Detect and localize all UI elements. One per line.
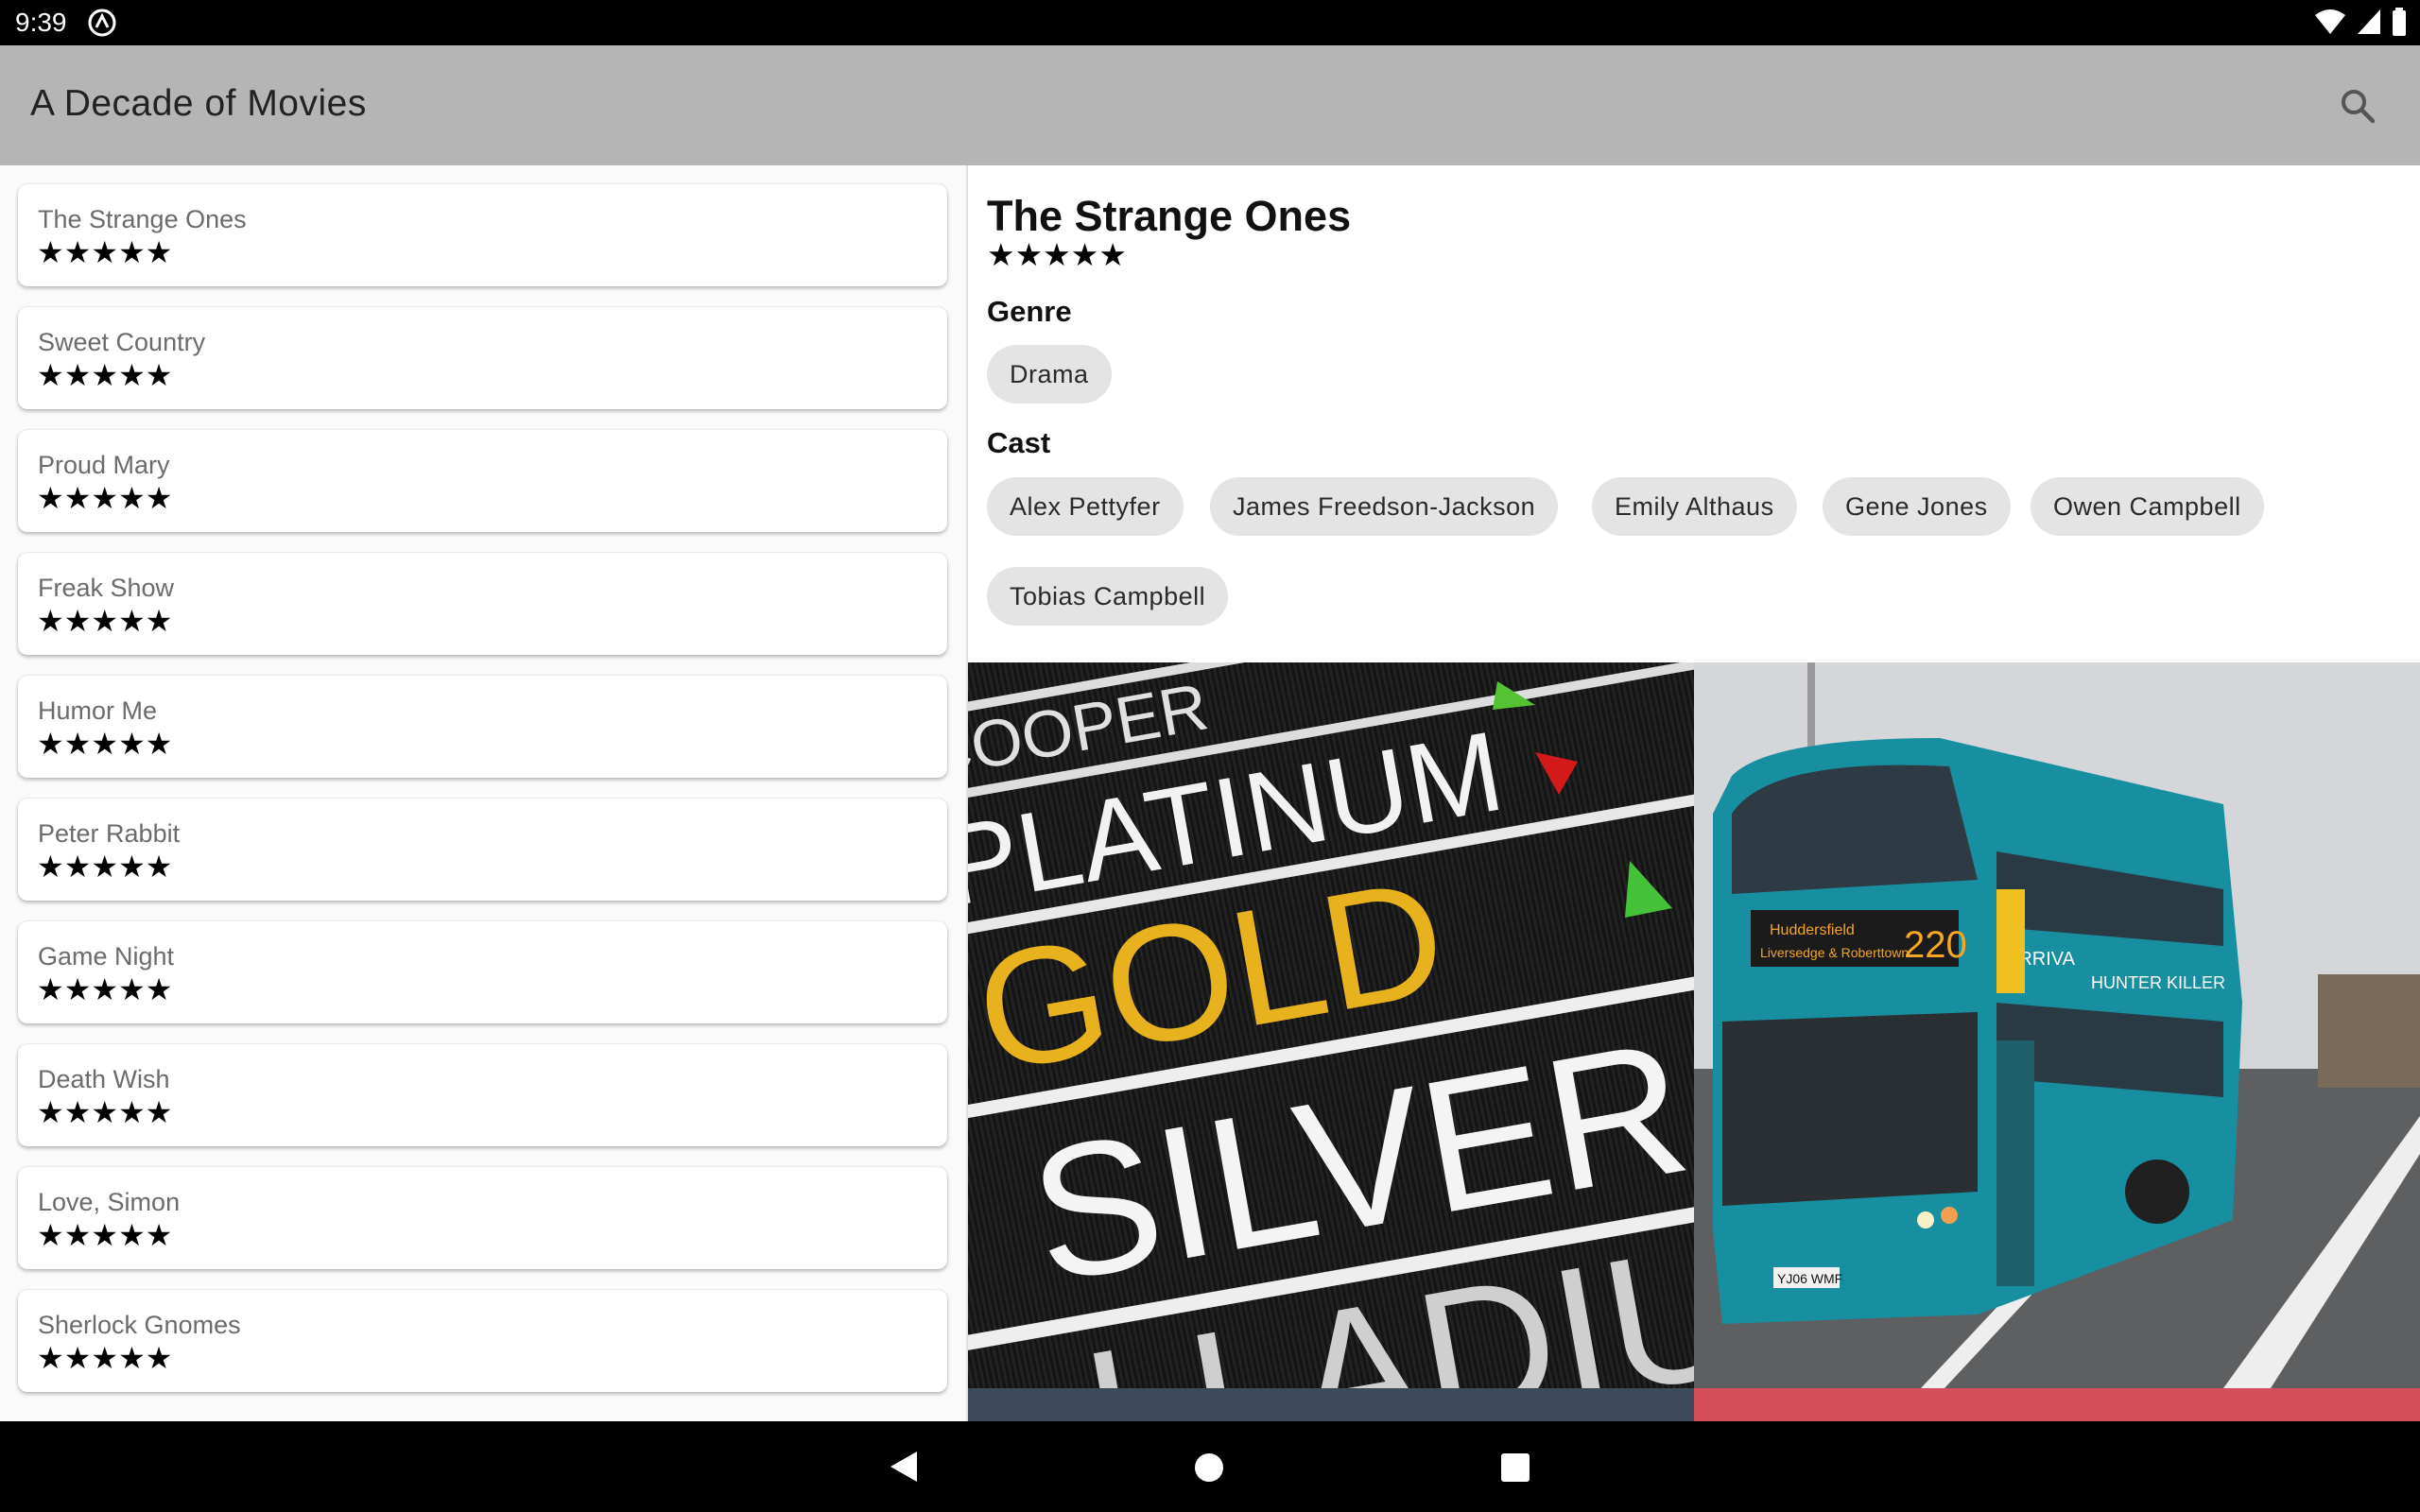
list-item[interactable]: Freak Show ★★★★★ <box>18 553 947 655</box>
movie-title: Death Wish <box>38 1065 170 1093</box>
genre-label: Genre <box>987 295 1072 328</box>
poster-image-metals[interactable]: COOPER PLATINUM GOLD SILVER LLADIU <box>968 662 1694 1388</box>
movie-title: Humor Me <box>38 696 158 725</box>
movie-title: Sweet Country <box>38 328 206 356</box>
recents-square-icon[interactable] <box>1501 1453 1530 1482</box>
movie-title: Love, Simon <box>38 1188 181 1216</box>
search-icon[interactable] <box>2337 85 2378 127</box>
bus-destination: Huddersfield <box>1770 922 1855 938</box>
genre-chip[interactable]: Drama <box>987 345 1112 404</box>
detail-title: The Strange Ones <box>987 192 1352 240</box>
list-item[interactable]: Game Night ★★★★★ <box>18 921 947 1023</box>
poster-image-partial[interactable] <box>1694 1388 2420 1421</box>
status-bar: 9:39 <box>0 0 2420 45</box>
cast-chip[interactable]: James Freedson-Jackson <box>1210 477 1559 536</box>
detail-star-rating: ★★★★★ <box>987 237 1127 272</box>
star-rating: ★★★★★ <box>37 604 173 638</box>
list-item[interactable]: Love, Simon ★★★★★ <box>18 1167 947 1269</box>
movie-title: Proud Mary <box>38 451 170 479</box>
poster-metals-graphic: COOPER PLATINUM GOLD SILVER LLADIU <box>968 662 1694 1388</box>
star-rating: ★★★★★ <box>37 972 173 1006</box>
list-item[interactable]: Proud Mary ★★★★★ <box>18 430 947 532</box>
star-rating: ★★★★★ <box>37 727 173 761</box>
list-item[interactable]: Humor Me ★★★★★ <box>18 676 947 778</box>
movie-title: Game Night <box>38 942 175 971</box>
list-item[interactable]: Sherlock Gnomes ★★★★★ <box>18 1290 947 1392</box>
movie-detail: The Strange Ones ★★★★★ Genre Drama Cast … <box>968 165 2420 1421</box>
back-triangle-icon[interactable] <box>889 1450 919 1484</box>
movie-title: The Strange Ones <box>38 205 247 233</box>
cast-chip[interactable]: Alex Pettyfer <box>987 477 1184 536</box>
list-item[interactable]: Sweet Country ★★★★★ <box>18 307 947 409</box>
list-item[interactable]: Death Wish ★★★★★ <box>18 1044 947 1146</box>
status-icons <box>2314 8 2407 36</box>
battery-icon <box>2393 8 2406 36</box>
star-rating: ★★★★★ <box>37 1095 173 1129</box>
cast-chip[interactable]: Gene Jones <box>1823 477 2011 536</box>
poster-image-bus[interactable]: Huddersfield Liversedge & Roberttown 220… <box>1694 662 2420 1388</box>
list-item[interactable]: The Strange Ones ★★★★★ <box>18 184 947 286</box>
app-title: A Decade of Movies <box>30 83 367 124</box>
star-rating: ★★★★★ <box>37 850 173 884</box>
bus-banner: HUNTER KILLER <box>2091 973 2225 992</box>
app-bar: A Decade of Movies <box>0 45 2420 165</box>
status-time: 9:39 <box>15 8 67 37</box>
cast-chip[interactable]: Emily Althaus <box>1592 477 1797 536</box>
cast-label: Cast <box>987 426 1051 459</box>
cast-chip[interactable]: Tobias Campbell <box>987 567 1229 626</box>
cast-chip[interactable]: Owen Campbell <box>2031 477 2264 536</box>
star-rating: ★★★★★ <box>37 1341 173 1375</box>
home-circle-icon[interactable] <box>1195 1453 1223 1482</box>
star-rating: ★★★★★ <box>37 481 173 515</box>
movie-title: Peter Rabbit <box>38 819 181 848</box>
wifi-icon <box>2315 9 2345 34</box>
star-rating: ★★★★★ <box>37 1218 173 1252</box>
movie-list[interactable]: The Strange Ones ★★★★★ Sweet Country ★★★… <box>0 165 966 1421</box>
star-rating: ★★★★★ <box>37 235 173 269</box>
navigation-bar <box>0 1421 2420 1512</box>
movie-title: Freak Show <box>38 574 175 602</box>
bus-plate: YJ06 WMF <box>1777 1271 1842 1286</box>
movie-title: Sherlock Gnomes <box>38 1311 241 1339</box>
list-item[interactable]: Peter Rabbit ★★★★★ <box>18 799 947 901</box>
star-rating: ★★★★★ <box>37 358 173 392</box>
notification-app-icon <box>88 9 116 37</box>
poster-image-partial[interactable] <box>968 1388 1694 1421</box>
bus-route-number: 220 <box>1904 924 1967 966</box>
poster-bus-graphic: Huddersfield Liversedge & Roberttown 220… <box>1694 662 2420 1388</box>
bus-route-via: Liversedge & Roberttown <box>1760 945 1909 960</box>
signal-icon <box>2358 9 2380 34</box>
